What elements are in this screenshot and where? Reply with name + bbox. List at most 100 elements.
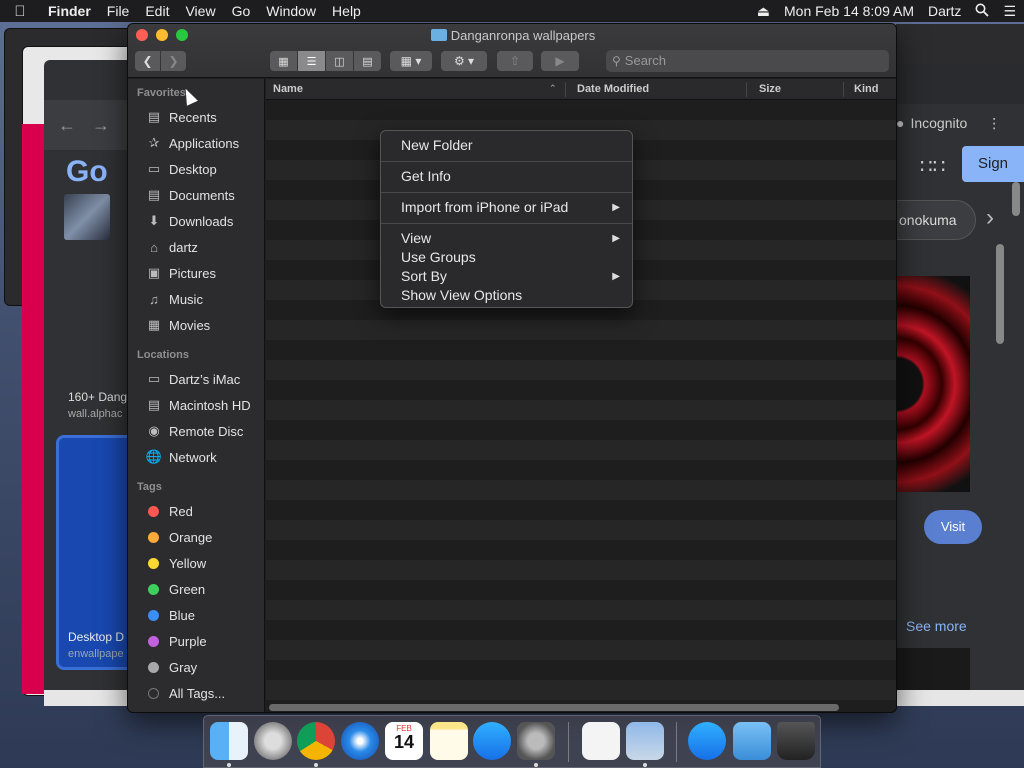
menu-item-show-view-options[interactable]: Show View Options xyxy=(401,287,522,303)
submenu-arrow-icon: ▶ xyxy=(612,271,620,282)
sidebar-all-tags[interactable]: All Tags... xyxy=(145,683,225,703)
calendar-icon[interactable]: FEB 14 xyxy=(385,722,423,760)
menu-file[interactable]: File xyxy=(99,3,138,19)
sidebar-item-downloads[interactable]: ⬇ Downloads xyxy=(145,211,234,231)
submenu-arrow-icon: ▶ xyxy=(612,202,620,213)
icon-view-button[interactable]: ▦ xyxy=(270,51,297,71)
share-button[interactable]: ⇧ xyxy=(497,51,533,71)
sidebar-tag-orange[interactable]: Orange xyxy=(145,527,212,547)
sidebar-item-recents[interactable]: ▤ Recents xyxy=(145,107,217,127)
gallery-icon: ▤ xyxy=(362,55,373,68)
menu-item-use-groups[interactable]: Use Groups xyxy=(401,249,476,265)
scrollbar[interactable] xyxy=(996,244,1004,344)
preview-icon[interactable] xyxy=(626,722,664,760)
tag-button[interactable]: ▶ xyxy=(541,51,579,71)
sidebar-item-home[interactable]: ⌂ dartz xyxy=(145,237,198,257)
notes-icon[interactable] xyxy=(430,722,468,760)
textedit-icon[interactable] xyxy=(582,722,620,760)
thumbnail-image[interactable] xyxy=(64,194,110,240)
all-tags-icon xyxy=(148,687,159,699)
group-button[interactable]: ▦ ▾ xyxy=(390,51,432,71)
downloads-icon: ⬇ xyxy=(148,213,160,228)
background-red-strip xyxy=(22,124,44,694)
apps-grid-icon[interactable]: ∷∷ xyxy=(920,154,945,179)
menu-item-import[interactable]: Import from iPhone or iPad xyxy=(401,199,568,215)
forward-button[interactable]: ❯ xyxy=(161,51,186,71)
menu-item-get-info[interactable]: Get Info xyxy=(401,168,451,184)
menu-user[interactable]: Dartz xyxy=(928,3,961,19)
menu-item-new-folder[interactable]: New Folder xyxy=(401,137,473,153)
card-title[interactable]: Desktop D xyxy=(68,630,124,644)
action-button[interactable]: ⚙ ▾ xyxy=(441,51,487,71)
menu-item-view[interactable]: View xyxy=(401,230,431,246)
forward-arrow-icon[interactable]: → xyxy=(92,115,110,136)
sidebar-tag-gray[interactable]: Gray xyxy=(145,657,197,677)
sidebar-tag-green[interactable]: Green xyxy=(145,579,205,599)
finder-icon[interactable] xyxy=(210,722,248,760)
sidebar-item-pictures[interactable]: ▣ Pictures xyxy=(145,263,216,283)
wallpaper-image[interactable] xyxy=(896,276,970,492)
chevron-right-icon[interactable]: › xyxy=(986,204,994,232)
sidebar-tag-purple[interactable]: Purple xyxy=(145,631,207,651)
trash-icon[interactable] xyxy=(777,722,815,760)
app-store-folder-icon[interactable] xyxy=(688,722,726,760)
column-date-modified[interactable]: Date Modified xyxy=(577,83,649,95)
menu-edit[interactable]: Edit xyxy=(137,3,177,19)
card-site: enwallpape xyxy=(68,648,124,660)
column-name[interactable]: Name xyxy=(273,83,303,95)
documents-icon: ▤ xyxy=(147,187,161,202)
sidebar-item-movies[interactable]: ▦ Movies xyxy=(145,315,210,335)
sidebar-item-documents[interactable]: ▤ Documents xyxy=(145,185,235,205)
pictures-icon: ▣ xyxy=(147,265,161,280)
scrollbar[interactable] xyxy=(1012,182,1020,216)
back-arrow-icon[interactable]: ← xyxy=(58,115,76,136)
menu-datetime[interactable]: Mon Feb 14 8:09 AM xyxy=(784,3,914,19)
launchpad-icon[interactable] xyxy=(254,722,292,760)
list-view-button[interactable]: ☰ xyxy=(298,51,325,71)
notification-center-icon[interactable]: ☰ xyxy=(1003,3,1016,20)
title-bar[interactable]: Danganronpa wallpapers ❮ ❯ ▦ ☰ ◫ ▤ ▦ ▾ ⚙… xyxy=(128,24,896,78)
folder-icon[interactable] xyxy=(733,722,771,760)
sign-in-button[interactable]: Sign xyxy=(962,146,1024,182)
incognito-indicator[interactable]: ● Incognito ⋮ xyxy=(896,108,1001,138)
imac-icon: ▭ xyxy=(147,371,161,386)
column-kind[interactable]: Kind xyxy=(854,83,878,95)
tag-dot-icon xyxy=(148,661,159,673)
see-more-link[interactable]: See more xyxy=(906,618,967,634)
result-title[interactable]: 160+ Dang xyxy=(68,390,127,404)
menu-view[interactable]: View xyxy=(177,3,223,19)
home-icon: ⌂ xyxy=(150,239,158,255)
safari-icon[interactable] xyxy=(341,722,379,760)
eject-icon[interactable]: ⏏ xyxy=(757,3,770,20)
menu-help[interactable]: Help xyxy=(324,3,369,19)
system-preferences-icon[interactable] xyxy=(517,722,555,760)
sidebar-item-applications[interactable]: ✰ Applications xyxy=(145,133,240,153)
visit-button[interactable]: Visit xyxy=(924,510,982,544)
app-store-icon[interactable] xyxy=(473,722,511,760)
sidebar-item-desktop[interactable]: ▭ Desktop xyxy=(145,159,217,179)
apple-menu-icon[interactable]:  xyxy=(0,3,40,20)
menu-item-sort-by[interactable]: Sort By xyxy=(401,268,447,284)
menu-app-name[interactable]: Finder xyxy=(40,3,99,19)
horizontal-scrollbar[interactable] xyxy=(269,704,839,711)
gallery-view-button[interactable]: ▤ xyxy=(354,51,381,71)
sidebar-item-music[interactable]: ♫ Music xyxy=(145,289,203,309)
chip-monokuma[interactable]: onokuma xyxy=(896,200,976,240)
sidebar-tag-red[interactable]: Red xyxy=(145,501,193,521)
sidebar-item-network[interactable]: 🌐 Network xyxy=(145,447,217,467)
chrome-icon[interactable] xyxy=(297,722,335,760)
sidebar-tag-blue[interactable]: Blue xyxy=(145,605,195,625)
sidebar-item-remote-disc[interactable]: ◉ Remote Disc xyxy=(145,421,243,441)
finder-window: Danganronpa wallpapers ❮ ❯ ▦ ☰ ◫ ▤ ▦ ▾ ⚙… xyxy=(127,23,897,713)
sidebar-tag-yellow[interactable]: Yellow xyxy=(145,553,206,573)
menu-go[interactable]: Go xyxy=(224,3,259,19)
spotlight-icon[interactable] xyxy=(975,3,990,20)
menu-window[interactable]: Window xyxy=(258,3,324,19)
column-size[interactable]: Size xyxy=(759,83,781,95)
sidebar-item-macintosh-hd[interactable]: ▤ Macintosh HD xyxy=(145,395,251,415)
column-view-button[interactable]: ◫ xyxy=(326,51,353,71)
more-vert-icon[interactable]: ⋮ xyxy=(987,115,1001,132)
back-button[interactable]: ❮ xyxy=(135,51,160,71)
sidebar-item-imac[interactable]: ▭ Dartz’s iMac xyxy=(145,369,240,389)
search-field[interactable]: ⚲ Search xyxy=(606,50,889,72)
